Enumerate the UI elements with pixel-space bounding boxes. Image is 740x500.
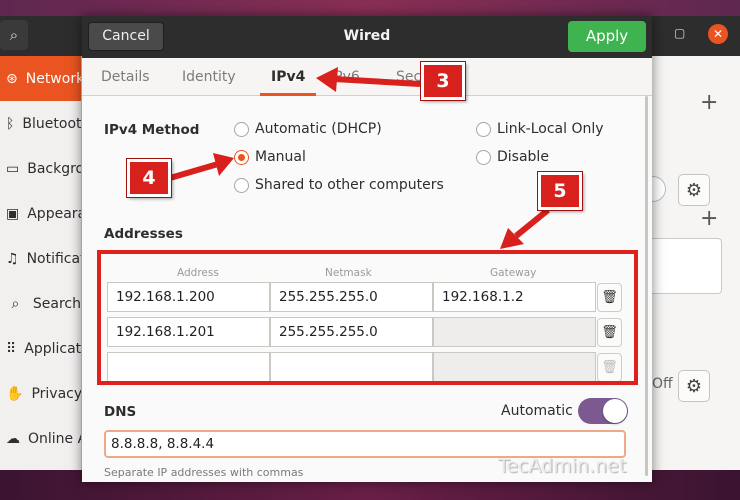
arrow-to-addresses — [514, 207, 550, 239]
arrow-to-ipv4-tab — [333, 76, 421, 87]
callout-3: 3 — [420, 61, 466, 101]
arrow-to-manual — [169, 161, 219, 181]
arrow-head — [213, 153, 234, 176]
arrow-head — [316, 67, 338, 92]
annotation-arrows — [169, 67, 550, 249]
callout-4: 4 — [126, 158, 172, 198]
callout-5: 5 — [537, 171, 583, 211]
watermark: TecAdmin.net — [498, 455, 627, 477]
